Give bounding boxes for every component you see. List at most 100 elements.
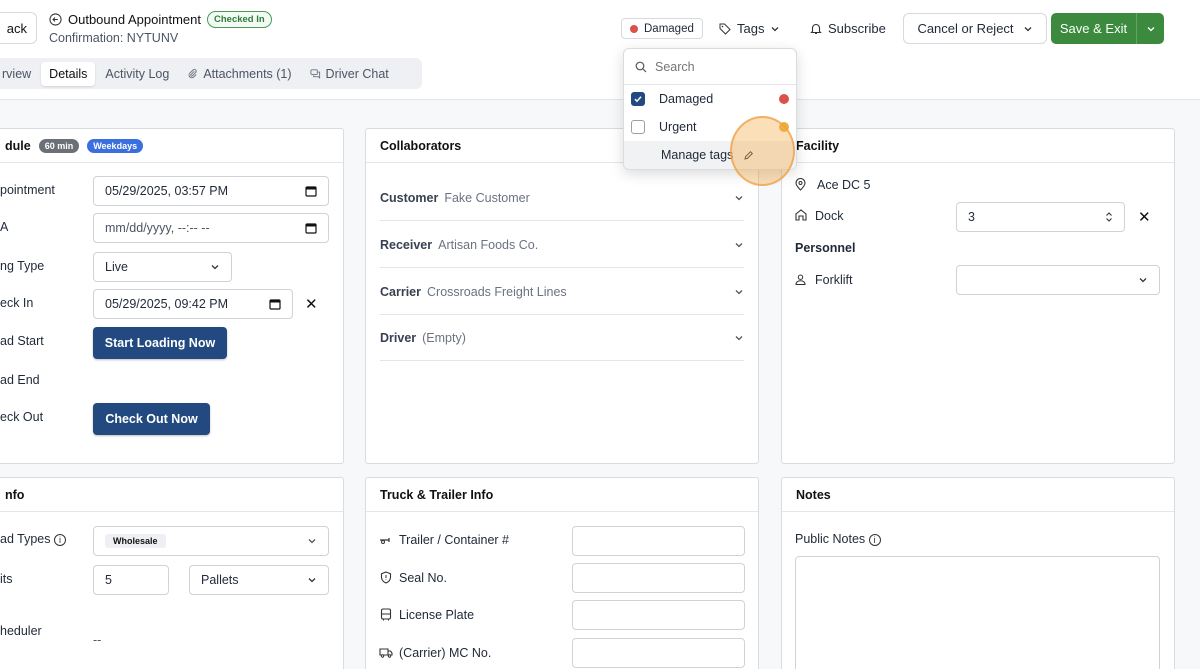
chevron-down-icon [1024, 26, 1032, 31]
tag-search-input[interactable] [655, 59, 775, 74]
calendar-icon[interactable] [305, 185, 317, 197]
chevron-down-icon [735, 335, 743, 340]
facility-name: Ace DC 5 [817, 178, 871, 192]
page-title: Outbound Appointment [68, 12, 201, 27]
check-out-label: eck Out [0, 410, 44, 424]
tab-overview[interactable]: rview [0, 62, 39, 86]
trailer-number-label: Trailer / Container # [399, 533, 509, 547]
truck-icon [379, 648, 393, 658]
urgent-color-dot [779, 122, 789, 132]
scheduler-label: heduler [0, 624, 42, 638]
collaborator-carrier[interactable]: Carrier Crossroads Freight Lines [380, 269, 744, 315]
shield-icon [380, 571, 392, 584]
tags-button[interactable]: Tags [719, 18, 780, 39]
clear-check-in-icon[interactable]: ✕ [305, 295, 318, 313]
start-loading-button[interactable]: Start Loading Now [93, 327, 227, 359]
checkmark-icon [634, 96, 642, 103]
eta-datetime-input[interactable]: mm/dd/yyyy, --:-- -- [93, 213, 329, 243]
dock-icon [795, 209, 807, 221]
chevron-down-icon [1139, 278, 1147, 283]
tag-option-urgent[interactable]: Urgent [624, 113, 796, 141]
trailer-icon [380, 538, 390, 544]
notes-header: Notes [782, 478, 1174, 512]
damaged-checkbox[interactable] [631, 92, 645, 106]
facility-header: Facility [782, 129, 1174, 163]
check-in-datetime-input[interactable]: 05/29/2025, 09:42 PM [93, 289, 293, 319]
trailer-number-input[interactable] [572, 526, 745, 556]
tab-attachments[interactable]: Attachments (1) [179, 62, 299, 86]
tab-details[interactable]: Details [41, 61, 96, 86]
tag-option-damaged[interactable]: Damaged [624, 85, 796, 113]
status-badge: Checked In [207, 11, 272, 28]
tab-driver-chat[interactable]: Driver Chat [302, 62, 397, 86]
seal-number-input[interactable] [572, 563, 745, 593]
calendar-icon[interactable] [305, 222, 317, 234]
chevron-down-icon [1147, 26, 1154, 31]
back-button[interactable]: ack [0, 12, 37, 44]
chat-icon [310, 69, 320, 79]
units-quantity-input[interactable]: 5 [93, 565, 169, 595]
schedule-header: dule 60 min Weekdays [0, 129, 343, 163]
person-icon [795, 274, 806, 285]
forklift-select[interactable] [956, 265, 1160, 295]
mc-number-input[interactable] [572, 638, 745, 668]
chevron-down-icon [308, 539, 316, 544]
scheduler-value: -- [93, 633, 102, 647]
info-icon[interactable]: i [54, 534, 66, 546]
public-notes-textarea[interactable] [795, 556, 1160, 669]
collaborator-receiver[interactable]: Receiver Artisan Foods Co. [380, 222, 744, 268]
subscribe-button[interactable]: Subscribe [810, 18, 886, 39]
chevron-down-icon [735, 195, 743, 200]
wholesale-chip: Wholesale [105, 534, 166, 548]
truck-trailer-header: Truck & Trailer Info [366, 478, 758, 512]
manage-tags-item[interactable]: Manage tags [624, 141, 796, 169]
load-info-header: nfo [0, 478, 343, 512]
chevron-down-icon [211, 265, 219, 270]
tab-activity-log[interactable]: Activity Log [97, 62, 177, 86]
save-and-exit-button[interactable]: Save & Exit [1051, 13, 1164, 44]
info-icon[interactable]: i [868, 534, 881, 546]
tag-icon [719, 23, 731, 35]
urgent-checkbox[interactable] [631, 120, 645, 134]
personnel-heading: Personnel [795, 241, 856, 255]
save-options-toggle[interactable] [1137, 24, 1164, 34]
bell-icon [810, 23, 822, 35]
units-label: its [0, 572, 13, 586]
chevron-down-icon [308, 578, 316, 583]
dock-number-input[interactable]: 3 [956, 202, 1125, 232]
stepper-icon[interactable] [1105, 211, 1113, 223]
load-types-select[interactable]: Wholesale [93, 526, 329, 556]
load-end-label: ad End [0, 373, 40, 387]
page-header: ack Outbound Appointment Checked In Conf… [0, 0, 1200, 100]
search-icon [635, 61, 647, 72]
collaborator-customer[interactable]: Customer Fake Customer [380, 175, 744, 221]
check-out-button[interactable]: Check Out Now [93, 403, 210, 435]
appointment-datetime-input[interactable]: 05/29/2025, 03:57 PM [93, 176, 329, 206]
seal-number-label: Seal No. [399, 571, 447, 585]
collaborators-card: Collaborators Customer Fake Customer Rece… [365, 128, 759, 464]
license-plate-input[interactable] [572, 600, 745, 630]
license-plate-icon [380, 608, 392, 621]
weekdays-badge: Weekdays [87, 138, 144, 153]
license-plate-label: License Plate [399, 608, 475, 622]
loading-type-select[interactable]: Live [93, 252, 232, 282]
unit-type-select[interactable]: Pallets [189, 565, 329, 595]
mc-number-label: (Carrier) MC No. [399, 646, 492, 660]
pencil-icon [744, 150, 754, 160]
public-notes-label: Public Notes i [795, 532, 881, 546]
cancel-or-reject-button[interactable]: Cancel or Reject [903, 13, 1047, 44]
duration-badge: 60 min [38, 138, 80, 153]
applied-tag-damaged[interactable]: Damaged [621, 18, 703, 39]
title-row: Outbound Appointment Checked In [49, 11, 272, 28]
collaborator-driver[interactable]: Driver (Empty) [380, 315, 744, 361]
clear-dock-icon[interactable]: ✕ [1138, 208, 1151, 226]
tags-dropdown-menu: Damaged Urgent Manage tags [623, 48, 797, 170]
outbound-arrow-icon [49, 13, 62, 26]
damaged-dot [630, 24, 638, 33]
eta-label: A [0, 220, 9, 234]
load-start-label: ad Start [0, 334, 44, 348]
calendar-icon[interactable] [269, 298, 281, 310]
location-pin-icon [795, 178, 806, 191]
appointment-label: pointment [0, 183, 55, 197]
forklift-label: Forklift [815, 273, 853, 287]
